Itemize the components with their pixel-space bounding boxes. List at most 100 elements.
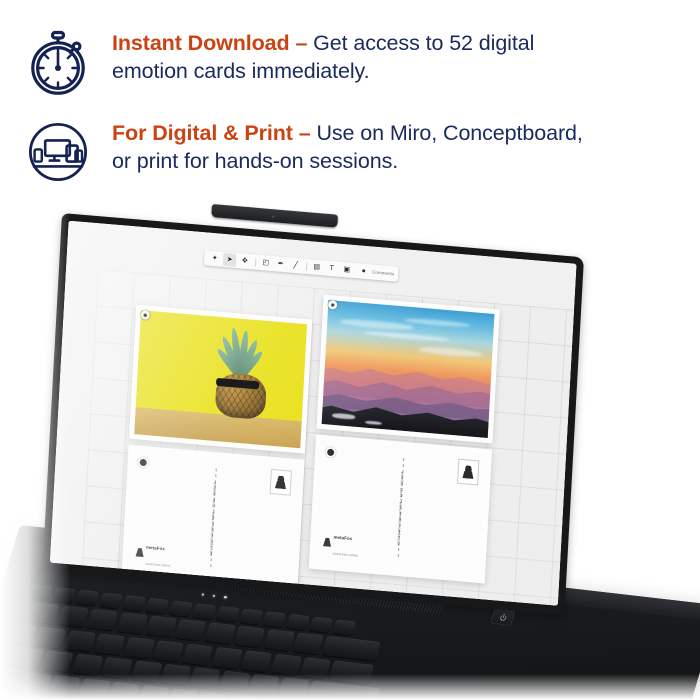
fox-logo-icon [462, 465, 474, 479]
key[interactable] [93, 633, 126, 656]
line-tool[interactable]: ╱ [289, 258, 303, 272]
feature-rest-digital-print: Use on Miro, Conceptboard, [316, 121, 583, 145]
key[interactable] [262, 629, 295, 652]
screen: ✦ ➤ ✥ ◰ ✒ ╱ ▤ T ▣ ● Comments ◉ ◉ emotion… [49, 220, 577, 606]
toolbar-separator [305, 262, 307, 271]
key[interactable] [98, 592, 123, 609]
key[interactable] [123, 636, 155, 659]
key[interactable] [42, 650, 74, 673]
key[interactable] [215, 605, 240, 623]
status-led [212, 594, 216, 598]
key[interactable] [145, 597, 170, 615]
key[interactable] [78, 677, 111, 700]
feature-rest-instant-download: Get access to 52 digital [313, 31, 535, 55]
postcard-stamp-box [457, 458, 480, 486]
key-tab[interactable] [0, 621, 38, 646]
comment-icon: ● [361, 267, 367, 275]
feature-line2-instant-download: emotion cards immediately. [112, 58, 370, 83]
key[interactable] [51, 587, 76, 604]
key[interactable] [218, 670, 251, 693]
whiteboard-toolbar[interactable]: ✦ ➤ ✥ ◰ ✒ ╱ ▤ T ▣ ● Comments [203, 250, 399, 282]
comment-tool[interactable]: ● Comments [355, 264, 395, 280]
key[interactable] [34, 626, 67, 649]
key[interactable] [130, 660, 163, 683]
key[interactable] [292, 632, 324, 655]
feature-dash: – [295, 31, 308, 55]
card-mountain-sunset-photo[interactable]: ◉ [316, 294, 500, 444]
key[interactable] [5, 581, 30, 598]
pen-tool[interactable]: ✒ [274, 257, 288, 271]
key[interactable] [145, 615, 177, 638]
shape-tool[interactable]: ◰ [259, 256, 273, 270]
status-led [223, 596, 227, 599]
key[interactable] [86, 609, 119, 632]
postcard-stamp-box [269, 468, 292, 496]
key[interactable] [277, 677, 310, 700]
card-postcard-back-1[interactable]: emotion cards • www.emotion-cards.com me… [121, 444, 305, 594]
key[interactable] [115, 612, 148, 635]
key[interactable] [64, 629, 97, 652]
key[interactable] [152, 639, 185, 662]
status-led [201, 593, 205, 596]
key[interactable] [167, 687, 199, 700]
key[interactable] [27, 602, 60, 625]
key[interactable] [121, 595, 147, 612]
key[interactable] [196, 691, 229, 700]
key[interactable] [262, 611, 287, 628]
key[interactable] [0, 599, 30, 622]
key[interactable] [174, 619, 207, 642]
key[interactable] [75, 589, 100, 607]
key[interactable] [240, 650, 273, 673]
key[interactable] [57, 605, 89, 628]
key[interactable] [137, 684, 170, 700]
logo-tagline: COACHING CARDS [145, 562, 171, 568]
postcard-logo: metaFox COACHING CARDS [135, 536, 172, 571]
key[interactable] [49, 674, 82, 697]
frame-tool[interactable]: ▣ [340, 263, 354, 277]
key[interactable] [299, 656, 332, 679]
key[interactable] [204, 622, 236, 645]
key[interactable] [71, 653, 104, 676]
key-ctrl[interactable] [0, 688, 18, 700]
feature-row-instant-download: Instant Download – Get access to 52 digi… [22, 26, 678, 98]
cursor-tool[interactable]: ➤ [222, 252, 237, 267]
key-caps-lock[interactable] [0, 643, 45, 670]
key[interactable] [247, 674, 280, 697]
stopwatch-icon [22, 26, 94, 98]
feature-text-instant-download: Instant Download – Get access to 52 digi… [112, 26, 678, 85]
power-button[interactable] [490, 608, 516, 626]
hand-tool[interactable]: ✥ [238, 254, 252, 268]
key[interactable] [238, 608, 264, 625]
cloud [418, 346, 483, 358]
key[interactable] [189, 667, 221, 690]
webcam-lens-icon [271, 215, 276, 219]
key[interactable] [108, 681, 141, 700]
sticky-note-tool[interactable]: ▤ [310, 260, 324, 274]
key[interactable] [332, 619, 357, 636]
key-shift-left[interactable] [0, 666, 52, 694]
key-fn[interactable] [14, 693, 47, 700]
text-tool[interactable]: T [325, 262, 339, 276]
key[interactable] [101, 657, 133, 680]
comment-label: Comments [372, 269, 395, 277]
key[interactable] [309, 616, 334, 633]
key[interactable] [192, 603, 217, 620]
select-tool[interactable]: ✦ [208, 252, 222, 266]
card-postcard-back-2[interactable]: emotion cards • www.emotion-cards.com me… [308, 434, 493, 584]
key[interactable] [28, 584, 53, 601]
key[interactable] [225, 694, 258, 700]
key-backspace[interactable] [321, 636, 382, 662]
key[interactable] [270, 653, 302, 676]
key[interactable] [159, 663, 192, 686]
key[interactable] [181, 643, 214, 666]
key[interactable] [285, 613, 310, 631]
key[interactable] [328, 660, 375, 684]
key[interactable] [233, 626, 266, 649]
whiteboard-app: ✦ ➤ ✥ ◰ ✒ ╱ ▤ T ▣ ● Comments ◉ ◉ emotion… [49, 220, 577, 606]
laptop-lid: ✦ ➤ ✥ ◰ ✒ ╱ ▤ T ▣ ● Comments ◉ ◉ emotion… [42, 213, 585, 616]
key[interactable] [168, 600, 193, 617]
card-pineapple-photo[interactable]: ◉ [128, 304, 313, 454]
key[interactable] [211, 646, 243, 669]
postcard-vertical-text: emotion cards • www.emotion-cards.com [396, 471, 405, 547]
laptop-illustration: ✦ ➤ ✥ ◰ ✒ ╱ ▤ T ▣ ● Comments ◉ ◉ emotion… [0, 195, 700, 700]
